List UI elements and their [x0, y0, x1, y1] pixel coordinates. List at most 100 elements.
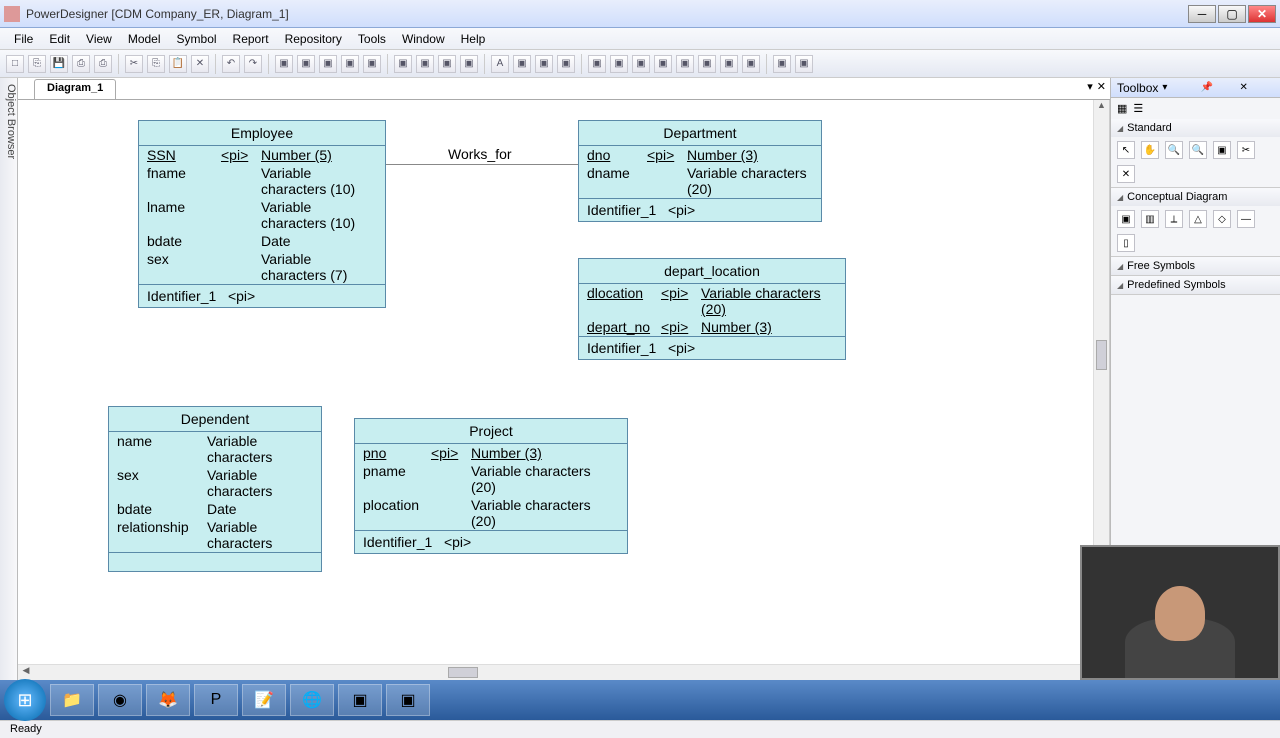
relationship-label[interactable]: Works_for	[448, 146, 512, 162]
delete-icon[interactable]: ✕	[1117, 165, 1135, 183]
tool-icon[interactable]: ▣	[795, 55, 813, 73]
tool-icon[interactable]: ▣	[610, 55, 628, 73]
maximize-button[interactable]: ▢	[1218, 5, 1246, 23]
tool-icon[interactable]: ▣	[588, 55, 606, 73]
diagram-canvas[interactable]: Employee SSN<pi>Number (5) fnameVariable…	[18, 100, 1110, 680]
status-bar: Ready	[0, 720, 1280, 738]
list-view-icon[interactable]: ☰	[1133, 102, 1143, 115]
scrollbar-thumb[interactable]	[448, 667, 478, 678]
menu-window[interactable]: Window	[394, 30, 453, 48]
zoom-out-icon[interactable]: 🔍	[1189, 141, 1207, 159]
notes-icon[interactable]: 📝	[242, 684, 286, 716]
menu-file[interactable]: File	[6, 30, 41, 48]
app-icon[interactable]: ▣	[386, 684, 430, 716]
save-icon[interactable]: 💾	[50, 55, 68, 73]
tool-icon[interactable]: ▣	[513, 55, 531, 73]
scroll-up-icon[interactable]: ▲	[1094, 100, 1109, 116]
cut-icon[interactable]: ✂	[125, 55, 143, 73]
tool-icon[interactable]: ▣	[363, 55, 381, 73]
menu-view[interactable]: View	[78, 30, 120, 48]
new-icon[interactable]: □	[6, 55, 24, 73]
package-icon[interactable]: ▣	[1117, 210, 1135, 228]
section-header[interactable]: Conceptual Diagram	[1111, 188, 1280, 206]
redo-icon[interactable]: ↷	[244, 55, 262, 73]
toolbox-close-icon[interactable]: ✕	[1239, 82, 1274, 93]
close-button[interactable]: ✕	[1248, 5, 1276, 23]
menu-edit[interactable]: Edit	[41, 30, 78, 48]
entity-identifier: Identifier_1 <pi>	[139, 285, 385, 307]
entity-department[interactable]: Department dno<pi>Number (3) dnameVariab…	[578, 120, 822, 222]
grid-view-icon[interactable]: ▦	[1117, 102, 1127, 115]
tool-icon[interactable]: ▣	[460, 55, 478, 73]
hand-icon[interactable]: ✋	[1141, 141, 1159, 159]
chrome-icon[interactable]: ◉	[98, 684, 142, 716]
file-icon[interactable]: ▯	[1117, 234, 1135, 252]
menu-tools[interactable]: Tools	[350, 30, 394, 48]
tool-icon[interactable]: ▣	[676, 55, 694, 73]
scrollbar-thumb[interactable]	[1096, 340, 1107, 370]
menu-repository[interactable]: Repository	[277, 30, 350, 48]
tool-icon[interactable]: ▣	[698, 55, 716, 73]
relationship-icon[interactable]: ⟂	[1165, 210, 1183, 228]
tab-dropdown-icon[interactable]: ▾	[1087, 80, 1093, 93]
tool-icon[interactable]: ▣	[319, 55, 337, 73]
entity-project[interactable]: Project pno<pi>Number (3) pnameVariable …	[354, 418, 628, 554]
relationship-line[interactable]	[386, 164, 578, 165]
firefox-icon[interactable]: 🦊	[146, 684, 190, 716]
tool-icon[interactable]: A	[491, 55, 509, 73]
association-icon[interactable]: ◇	[1213, 210, 1231, 228]
tool-icon[interactable]: ▣	[557, 55, 575, 73]
saveall-icon[interactable]: ⎙	[72, 55, 90, 73]
tool-icon[interactable]: ▣	[773, 55, 791, 73]
explorer-icon[interactable]: 📁	[50, 684, 94, 716]
toolbox-section-free: Free Symbols	[1111, 257, 1280, 276]
tool-icon[interactable]: ▣	[297, 55, 315, 73]
tool-icon[interactable]: ▣	[720, 55, 738, 73]
entity-employee[interactable]: Employee SSN<pi>Number (5) fnameVariable…	[138, 120, 386, 308]
menu-help[interactable]: Help	[453, 30, 494, 48]
tool-icon[interactable]: ▣	[654, 55, 672, 73]
tool-icon[interactable]: ▣	[275, 55, 293, 73]
menu-model[interactable]: Model	[120, 30, 169, 48]
tool-icon[interactable]: ▣	[438, 55, 456, 73]
menu-symbol[interactable]: Symbol	[169, 30, 225, 48]
tool-icon[interactable]: ▣	[394, 55, 412, 73]
tool-icon[interactable]: ▣	[742, 55, 760, 73]
start-button[interactable]: ⊞	[4, 679, 46, 721]
link-icon[interactable]: —	[1237, 210, 1255, 228]
horizontal-scrollbar[interactable]: ◀ ▶	[18, 664, 1093, 680]
toolbox-dropdown-icon[interactable]: ▾	[1162, 82, 1197, 93]
object-browser-tab[interactable]: Object Browser	[0, 78, 18, 680]
entity-depart-location[interactable]: depart_location dlocation<pi>Variable ch…	[578, 258, 846, 360]
app-icon[interactable]: 🌐	[290, 684, 334, 716]
powerpoint-icon[interactable]: P	[194, 684, 238, 716]
section-header[interactable]: Free Symbols	[1111, 257, 1280, 275]
section-header[interactable]: Predefined Symbols	[1111, 276, 1280, 294]
app-icon[interactable]: ▣	[338, 684, 382, 716]
entity-icon[interactable]: ▥	[1141, 210, 1159, 228]
minimize-button[interactable]: ─	[1188, 5, 1216, 23]
copy-icon[interactable]: ⎘	[147, 55, 165, 73]
undo-icon[interactable]: ↶	[222, 55, 240, 73]
zoom-in-icon[interactable]: 🔍	[1165, 141, 1183, 159]
delete-icon[interactable]: ✕	[191, 55, 209, 73]
section-header[interactable]: Standard	[1111, 119, 1280, 137]
open-icon[interactable]: ⎘	[28, 55, 46, 73]
paste-icon[interactable]: 📋	[169, 55, 187, 73]
tool-icon[interactable]: ▣	[416, 55, 434, 73]
scroll-left-icon[interactable]: ◀	[18, 665, 34, 680]
menu-report[interactable]: Report	[225, 30, 277, 48]
tool-icon[interactable]: ▣	[632, 55, 650, 73]
print-icon[interactable]: ⎙	[94, 55, 112, 73]
pointer-icon[interactable]: ↖	[1117, 141, 1135, 159]
cut-icon[interactable]: ✂	[1237, 141, 1255, 159]
tool-icon[interactable]: ▣	[535, 55, 553, 73]
inheritance-icon[interactable]: △	[1189, 210, 1207, 228]
separator	[215, 54, 216, 74]
tab-diagram-1[interactable]: Diagram_1	[34, 79, 116, 99]
tool-icon[interactable]: ▣	[341, 55, 359, 73]
tab-close-icon[interactable]: ✕	[1097, 80, 1106, 93]
zoom-fit-icon[interactable]: ▣	[1213, 141, 1231, 159]
entity-dependent[interactable]: Dependent nameVariable characters sexVar…	[108, 406, 322, 572]
toolbox-pin-icon[interactable]: 📌	[1201, 82, 1236, 93]
